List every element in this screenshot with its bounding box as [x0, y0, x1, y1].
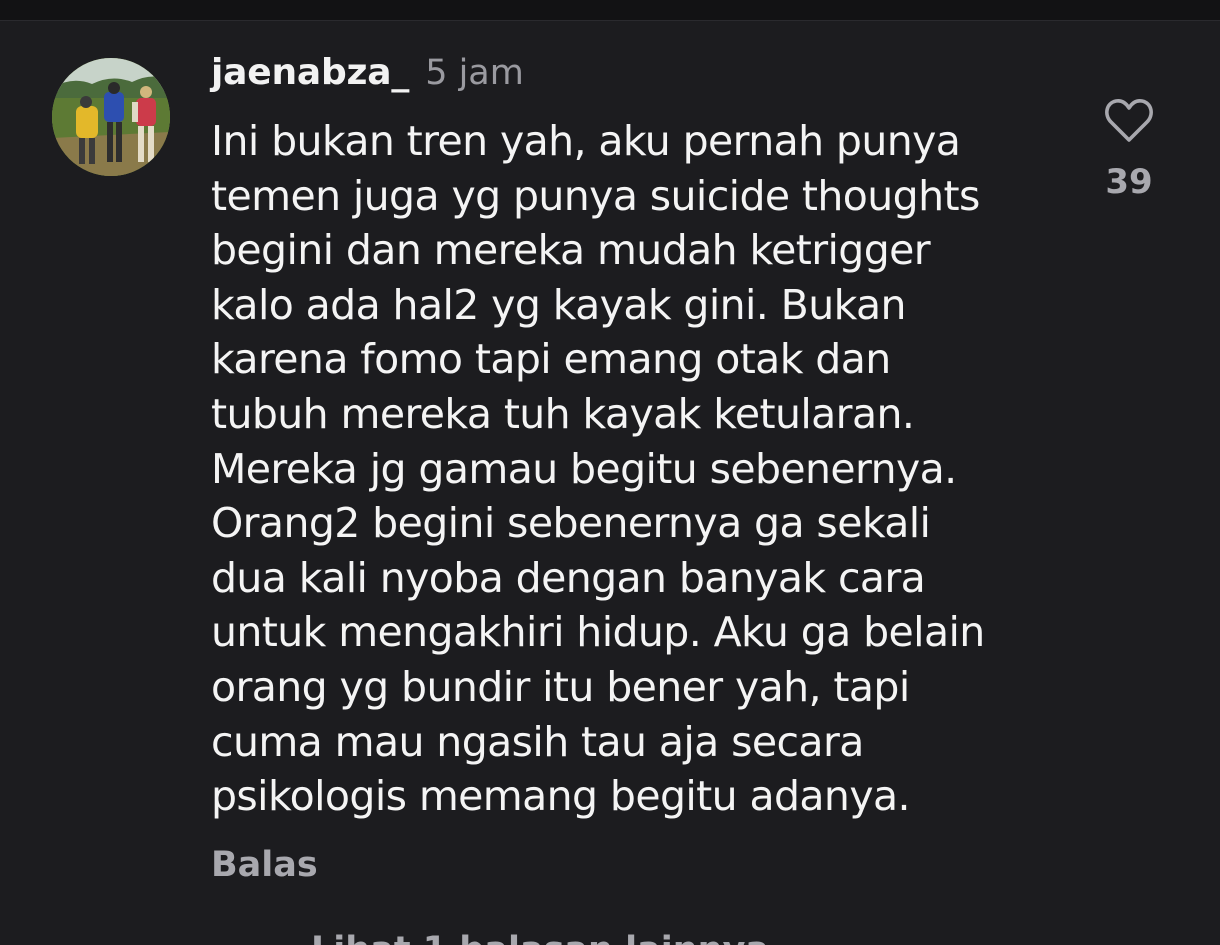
avatar[interactable]: [52, 58, 170, 176]
comment-line: begini dan mereka mudah ketrigger: [211, 226, 931, 275]
comment-line: psikologis memang begitu adanya.: [211, 772, 911, 821]
comment-line: Mereka jg gamau begitu sebenernya.: [211, 444, 957, 493]
comment-screen: jaenabza_ 5 jam Ini bukan tren yah, aku …: [0, 0, 1220, 945]
comment-line: Ini bukan tren yah, aku pernah punya: [211, 117, 961, 165]
avatar-photo: [52, 58, 170, 176]
comment-line: Orang2 begini sebenernya ga sekali: [211, 499, 931, 548]
heart-outline-icon[interactable]: [1103, 96, 1155, 144]
comment-line: cuma mau ngasih tau aja secara: [211, 717, 864, 766]
comment-line: orang yg bundir itu bener yah, tapi: [211, 662, 910, 711]
like-count: 39: [1105, 162, 1153, 202]
view-more-replies-label: Lihat 1 balasan lainnya: [311, 930, 769, 945]
comment-line: kalo ada hal2 yg kayak gini. Bukan: [211, 280, 907, 329]
comment-header: jaenabza_ 5 jam: [211, 52, 524, 96]
view-more-replies[interactable]: Lihat 1 balasan lainnya: [211, 930, 769, 945]
comment-line: tubuh mereka tuh kayak ketularan.: [211, 389, 915, 438]
like-area: 39: [1092, 96, 1166, 202]
comment-line: dua kali nyoba dengan banyak cara: [211, 553, 926, 602]
reply-button[interactable]: Balas: [211, 845, 318, 885]
timestamp: 5 jam: [425, 53, 524, 93]
username[interactable]: jaenabza_: [211, 52, 409, 93]
comment-line: untuk mengakhiri hidup. Aku ga belain: [211, 608, 985, 657]
comment-text: Ini bukan tren yah, aku pernah punya tem…: [211, 114, 1071, 824]
comment-line: karena fomo tapi emang otak dan: [211, 335, 891, 384]
top-divider: [0, 0, 1220, 21]
comment-line: temen juga yg punya suicide thoughts: [211, 171, 980, 220]
